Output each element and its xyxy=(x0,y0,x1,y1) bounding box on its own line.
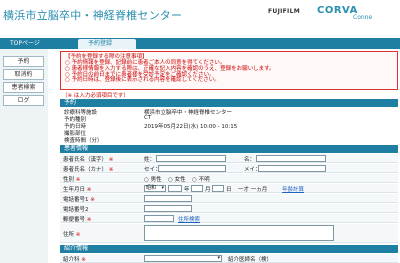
patient-name-label: 患者氏名（漢字） xyxy=(63,157,108,163)
sex-radio-male[interactable]: ○ 男性 xyxy=(144,175,162,183)
birthdate-label: 生年月日 xyxy=(63,187,86,193)
notice-list: 予約情報を登録、記録前に患者ご本人の同意を得てください。 患者様情報を入力する際… xyxy=(65,60,393,84)
required-note: （※ は入力必須項目です） xyxy=(62,93,129,99)
row-postal: 郵便番号 ※ 住所検索 xyxy=(60,214,398,223)
section-header-referral: 紹介情報 xyxy=(60,245,398,253)
referral-dept-select[interactable] xyxy=(144,255,222,262)
required-mark: ※ xyxy=(75,177,81,183)
name-sei-input[interactable] xyxy=(156,155,226,162)
name-mei-label: 名： xyxy=(244,157,256,163)
sidebar-item-cancel[interactable]: 取消約 xyxy=(3,69,44,80)
exam-duration-label: 検査時間（分） xyxy=(64,138,103,144)
row-phone2: 電話番号2 xyxy=(60,204,398,213)
required-mark: ※ xyxy=(108,157,114,163)
notice-box: 【予約を登録する際の注意事項】 予約情報を登録、記録前に患者ご本人の同意を得てく… xyxy=(60,51,398,90)
birth-era-select[interactable]: 昭和 xyxy=(144,185,166,192)
birth-year-input[interactable] xyxy=(168,185,182,192)
phone1-input[interactable] xyxy=(144,195,192,202)
referral-dept-label: 紹介科 xyxy=(63,257,80,263)
sex-radio-unknown[interactable]: ○ 不明 xyxy=(192,175,210,183)
phone2-input[interactable] xyxy=(144,205,192,212)
row-sex: 性別 ※ ○ 男性 ○ 女性 ○ 不明 xyxy=(60,174,398,183)
reservation-type-value: CT xyxy=(144,115,152,121)
name-mei-input[interactable] xyxy=(256,155,326,162)
patient-kana-label: 患者氏名（カナ） xyxy=(63,167,108,173)
address-label: 住所 xyxy=(63,232,75,238)
row-referral-dept: 紹介科 ※ 紹介医師名（検） xyxy=(60,254,398,263)
tab-bar: TOPページ 予約登録 xyxy=(0,38,400,49)
required-mark: ※ xyxy=(81,257,86,263)
age-display: 一才 一ヵ月 xyxy=(238,187,268,193)
fujifilm-logo: FUJIFILM xyxy=(268,8,300,15)
tab-top-page[interactable]: TOPページ xyxy=(4,39,67,48)
address-search-link[interactable]: 住所検索 xyxy=(178,215,200,223)
section-header-reservation: 予約 xyxy=(60,99,398,107)
birth-day-input[interactable] xyxy=(212,185,224,192)
kana-sei-input[interactable] xyxy=(158,165,226,172)
birth-month-suffix: 月 xyxy=(205,187,211,193)
row-address: 住所 ※ xyxy=(60,224,398,243)
birth-month-input[interactable] xyxy=(191,185,203,192)
sidebar: 予約 取消約 患者検索 ログ xyxy=(0,49,48,263)
birth-year-suffix: 年 xyxy=(184,187,190,193)
required-mark: ※ xyxy=(75,232,81,238)
required-mark: ※ xyxy=(86,187,92,193)
name-sei-label: 姓： xyxy=(144,157,156,163)
corva-logo: CORVA xyxy=(317,5,358,16)
phone2-label: 電話番号2 xyxy=(63,207,89,213)
postal-label: 郵便番号 xyxy=(63,217,86,223)
required-mark: ※ xyxy=(108,167,114,173)
row-birthdate: 生年月日 ※ 昭和 年 月 日 一才 一ヵ月 年齢計算 xyxy=(60,184,398,193)
notice-item: 予約日時は、登録後に表示される内容を確認してください。 xyxy=(65,78,393,84)
address-input[interactable] xyxy=(144,225,334,241)
required-mark: ※ xyxy=(90,197,95,203)
referral-doctor-label: 紹介医師名（検） xyxy=(228,257,273,263)
postal-input[interactable] xyxy=(144,215,174,222)
sex-radio-female[interactable]: ○ 女性 xyxy=(168,175,186,183)
corva-logo-sub: Conne xyxy=(353,14,373,21)
reservation-datetime-value: 2019年05月22日(水) 10:00 - 10:15 xyxy=(144,124,238,130)
birth-day-suffix: 日 xyxy=(226,187,232,193)
main-content: 【予約を登録する際の注意事項】 予約情報を登録、記録前に患者ご本人の同意を得てく… xyxy=(54,49,400,263)
sidebar-item-patient-search[interactable]: 患者検索 xyxy=(3,82,44,93)
required-mark: ※ xyxy=(86,217,92,223)
row-phone1: 電話番号1 ※ xyxy=(60,194,398,203)
sex-label: 性別 xyxy=(63,177,75,183)
tab-reservation[interactable]: 予約登録 xyxy=(78,39,136,49)
facility-value: 横浜市立脳卒中・神経脊椎センター xyxy=(144,110,233,116)
app-header: 横浜市立脳卒中・神経脊椎センター FUJIFILM CORVA Conne xyxy=(0,0,400,38)
sidebar-item-reservation[interactable]: 予約 xyxy=(3,56,44,67)
row-patient-name: 患者氏名（漢字） ※ 姓： 名： xyxy=(60,154,398,163)
age-calc-link[interactable]: 年齢計算 xyxy=(282,185,304,193)
site-title: 横浜市立脳卒中・神経脊椎センター xyxy=(3,9,183,22)
section-header-patient: 患者情報 xyxy=(60,145,398,153)
kana-mei-input[interactable] xyxy=(258,165,326,172)
phone1-label: 電話番号1 xyxy=(63,197,89,203)
sidebar-item-logout[interactable]: ログ xyxy=(3,95,44,106)
row-patient-kana: 患者氏名（カナ） ※ セイ： メイ： xyxy=(60,164,398,173)
